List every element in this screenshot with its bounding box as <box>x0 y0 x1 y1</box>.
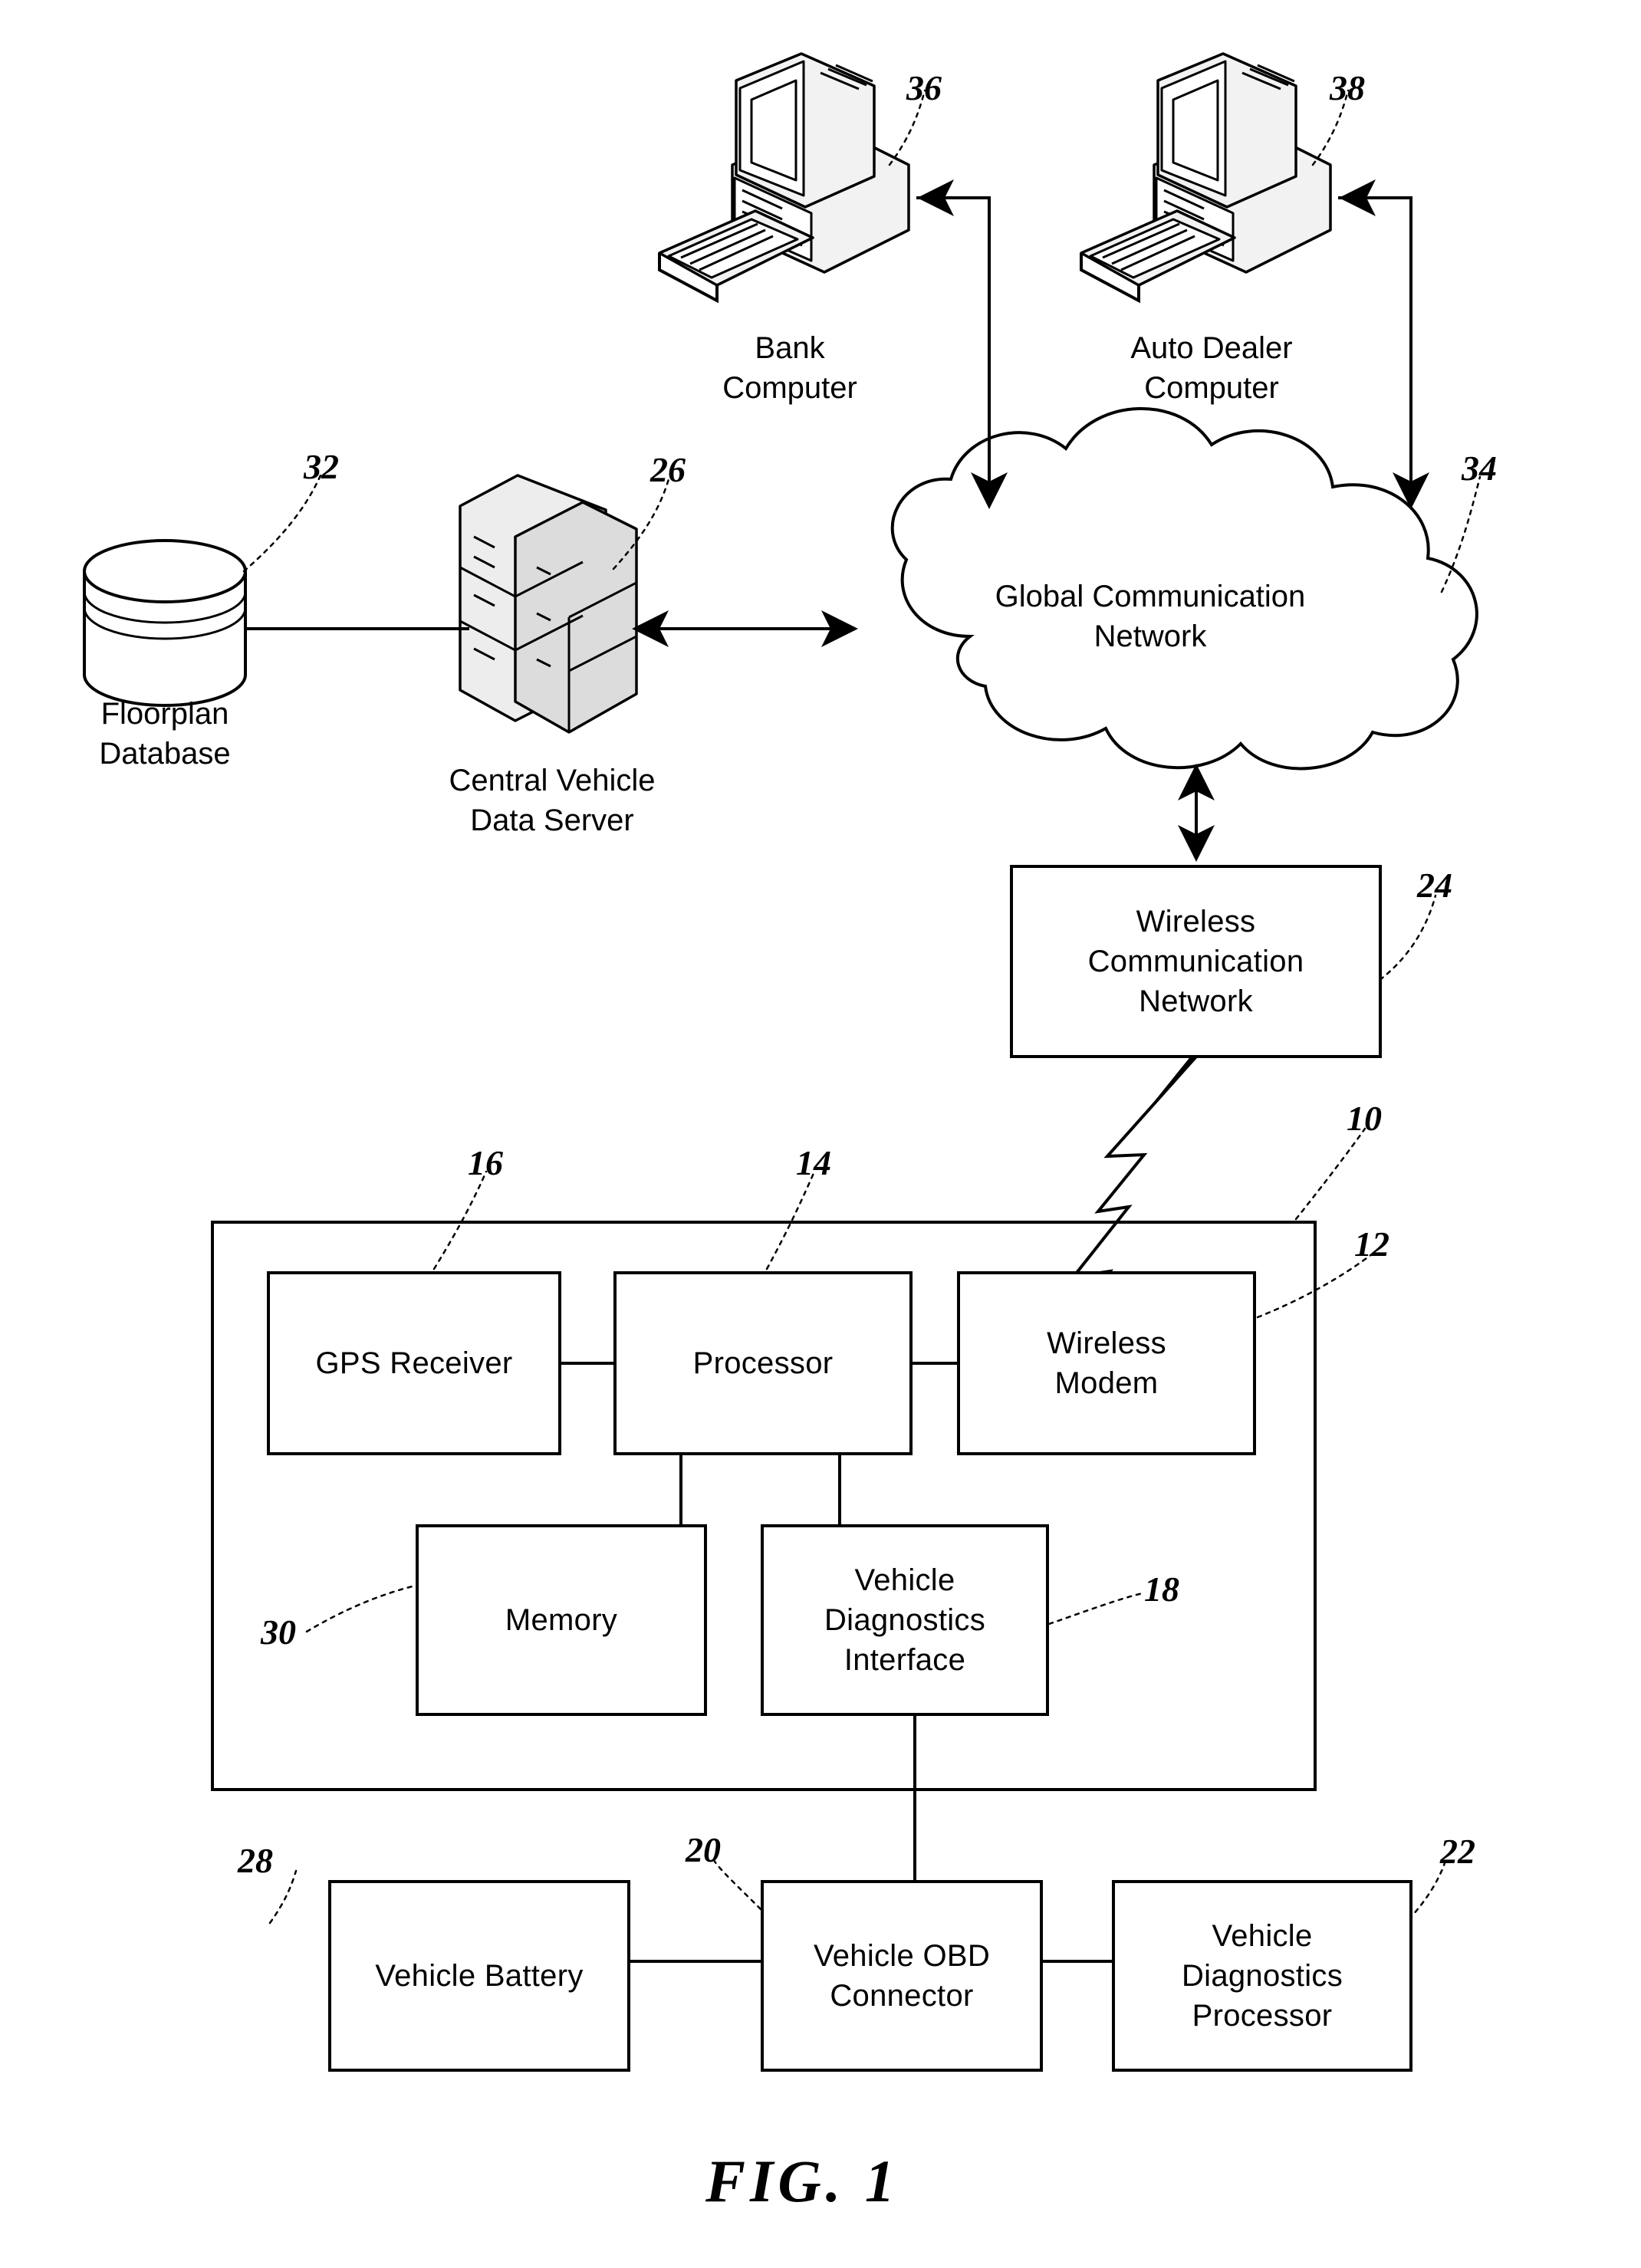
figure-title: FIG. 1 <box>705 2148 899 2214</box>
wireless-communication-network-label: Wireless Communication Network <box>1087 905 1304 1018</box>
wireless-modem-label: Wireless Modem <box>1047 1326 1166 1400</box>
wireless-modem-box[interactable]: Wireless Modem <box>957 1271 1256 1455</box>
leader-24 <box>1371 894 1437 987</box>
ref-numeral-14: 14 <box>796 1143 831 1182</box>
processor-box[interactable]: Processor <box>613 1271 913 1455</box>
vehicle-obd-connector-label: Vehicle OBD Connector <box>813 1939 991 2013</box>
ref-numeral-26: 26 <box>650 450 686 489</box>
line-wireless-network-to-bolt <box>1153 1055 1194 1106</box>
vehicle-obd-connector-box[interactable]: Vehicle OBD Connector <box>761 1880 1043 2072</box>
leader-28 <box>268 1869 298 1925</box>
vehicle-diagnostics-processor-label: Vehicle Diagnostics Processor <box>1181 1919 1343 2033</box>
gps-receiver-box[interactable]: GPS Receiver <box>267 1271 561 1455</box>
leader-32 <box>242 474 322 573</box>
ref-numeral-30: 30 <box>261 1612 296 1652</box>
ref-numeral-20: 20 <box>686 1830 721 1869</box>
vehicle-diagnostics-interface-label: Vehicle Diagnostics Interface <box>824 1563 986 1677</box>
ref-numeral-12: 12 <box>1354 1224 1389 1264</box>
auto-dealer-computer-illustration <box>1080 52 1332 304</box>
ref-numeral-24: 24 <box>1417 866 1452 905</box>
bank-computer-label: Bank Computer <box>722 331 857 405</box>
vehicle-diagnostics-processor-box[interactable]: Vehicle Diagnostics Processor <box>1112 1880 1412 2072</box>
processor-label: Processor <box>692 1346 834 1380</box>
ref-numeral-18: 18 <box>1144 1570 1179 1609</box>
vehicle-battery-box[interactable]: Vehicle Battery <box>328 1880 630 2072</box>
floorplan-database-cylinder <box>83 539 247 707</box>
line-dealer-to-cloud <box>1338 196 1429 509</box>
vehicle-diagnostics-interface-box[interactable]: Vehicle Diagnostics Interface <box>761 1524 1049 1716</box>
ref-numeral-16: 16 <box>468 1143 503 1182</box>
patent-figure-sheet: Bank Computer Auto Dealer Computer Floor… <box>0 0 1641 2268</box>
ref-numeral-32: 32 <box>304 447 339 486</box>
global-communication-network-label: Global Communication Network <box>995 580 1306 653</box>
auto-dealer-computer-label: Auto Dealer Computer <box>1130 331 1293 405</box>
line-bank-to-cloud <box>916 196 1008 509</box>
leader-26 <box>612 478 670 570</box>
ref-numeral-28: 28 <box>238 1841 273 1880</box>
vehicle-battery-label: Vehicle Battery <box>375 1959 584 1993</box>
central-vehicle-data-server-label: Central Vehicle Data Server <box>449 764 656 837</box>
ref-numeral-10: 10 <box>1347 1099 1382 1138</box>
memory-label: Memory <box>505 1603 618 1637</box>
gps-receiver-label: GPS Receiver <box>315 1346 513 1380</box>
leader-34 <box>1440 475 1482 593</box>
leader-10 <box>1294 1127 1366 1221</box>
ref-numeral-34: 34 <box>1462 449 1497 488</box>
ref-numeral-38: 38 <box>1330 68 1365 107</box>
floorplan-database-label: Floorplan Database <box>99 697 231 771</box>
ref-numeral-36: 36 <box>906 68 942 107</box>
ref-numeral-22: 22 <box>1440 1832 1475 1871</box>
memory-box[interactable]: Memory <box>416 1524 707 1716</box>
central-vehicle-data-server-illustration <box>459 474 638 734</box>
bank-computer-illustration <box>658 52 910 304</box>
wireless-communication-network-box[interactable]: Wireless Communication Network <box>1010 865 1382 1058</box>
